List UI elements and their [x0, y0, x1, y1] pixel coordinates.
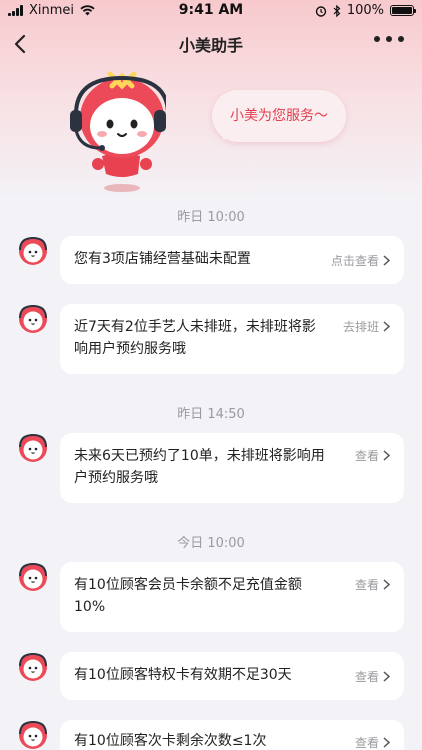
status-bar: Xinmei 9:41 AM 100%	[0, 0, 422, 22]
chevron-right-icon	[383, 671, 390, 682]
message-text: 未来6天已预约了10单，未排班将影响用户预约服务哦	[74, 448, 325, 486]
view-link[interactable]: 查看	[355, 668, 390, 685]
battery-percent: 100%	[346, 3, 384, 18]
view-link[interactable]: 查看	[355, 447, 390, 464]
navigation-bar: 小美助手	[0, 22, 422, 66]
message-card[interactable]: 未来6天已预约了10单，未排班将影响用户预约服务哦 查看	[60, 433, 404, 503]
assistant-avatar	[19, 562, 47, 591]
page-title: 小美助手	[178, 36, 243, 55]
more-button[interactable]	[374, 36, 404, 42]
assistant-avatar	[19, 720, 47, 749]
schedule-link[interactable]: 去排班	[343, 318, 390, 335]
bluetooth-icon	[333, 4, 341, 17]
chevron-right-icon	[383, 450, 390, 461]
assistant-avatar	[19, 433, 47, 462]
message-text: 有10位顾客特权卡有效期不足30天	[74, 667, 292, 683]
chevron-right-icon	[383, 255, 390, 266]
assistant-avatar	[19, 304, 47, 333]
chevron-right-icon	[383, 321, 390, 332]
mascot-illustration	[70, 71, 166, 192]
alarm-icon	[315, 5, 327, 17]
chevron-right-icon	[383, 737, 390, 748]
message-text: 有10位顾客会员卡余额不足充值金额10%	[74, 577, 302, 615]
view-details-link[interactable]: 点击查看	[331, 252, 390, 269]
assistant-avatar	[19, 236, 47, 265]
action-label: 查看	[354, 449, 379, 463]
assistant-avatar	[19, 652, 47, 681]
more-dot-icon	[398, 36, 404, 42]
message-card[interactable]: 有10位顾客会员卡余额不足充值金额10% 查看	[60, 562, 404, 632]
battery-fill	[392, 7, 412, 14]
view-link[interactable]: 查看	[355, 734, 390, 750]
view-link[interactable]: 查看	[355, 576, 390, 593]
battery-icon	[390, 5, 416, 16]
chevron-right-icon	[383, 579, 390, 590]
message-card[interactable]: 有10位顾客特权卡有效期不足30天 查看	[60, 652, 404, 700]
timestamp-label: 今日 10:00	[177, 536, 245, 551]
action-label: 点击查看	[330, 254, 379, 268]
message-text: 您有3项店铺经营基础未配置	[74, 251, 251, 267]
more-dot-icon	[374, 36, 380, 42]
status-right: 100%	[315, 3, 416, 18]
timestamp-label: 昨日 10:00	[177, 210, 245, 225]
message-text: 有10位顾客次卡剩余次数≤1次	[74, 733, 267, 749]
message-text: 近7天有2位手艺人未排班，未排班将影响用户预约服务哦	[74, 319, 316, 357]
action-label: 去排班	[342, 320, 379, 334]
action-label: 查看	[354, 578, 379, 592]
more-dot-icon	[386, 36, 392, 42]
action-label: 查看	[354, 670, 379, 684]
message-card[interactable]: 有10位顾客次卡剩余次数≤1次 查看	[60, 720, 404, 750]
speech-bubble: 小美为您服务～	[212, 90, 346, 142]
message-card[interactable]: 您有3项店铺经营基础未配置 点击查看	[60, 236, 404, 284]
timestamp-label: 昨日 14:50	[177, 407, 245, 422]
action-label: 查看	[354, 736, 379, 750]
message-card[interactable]: 近7天有2位手艺人未排班，未排班将影响用户预约服务哦 去排班	[60, 304, 404, 374]
